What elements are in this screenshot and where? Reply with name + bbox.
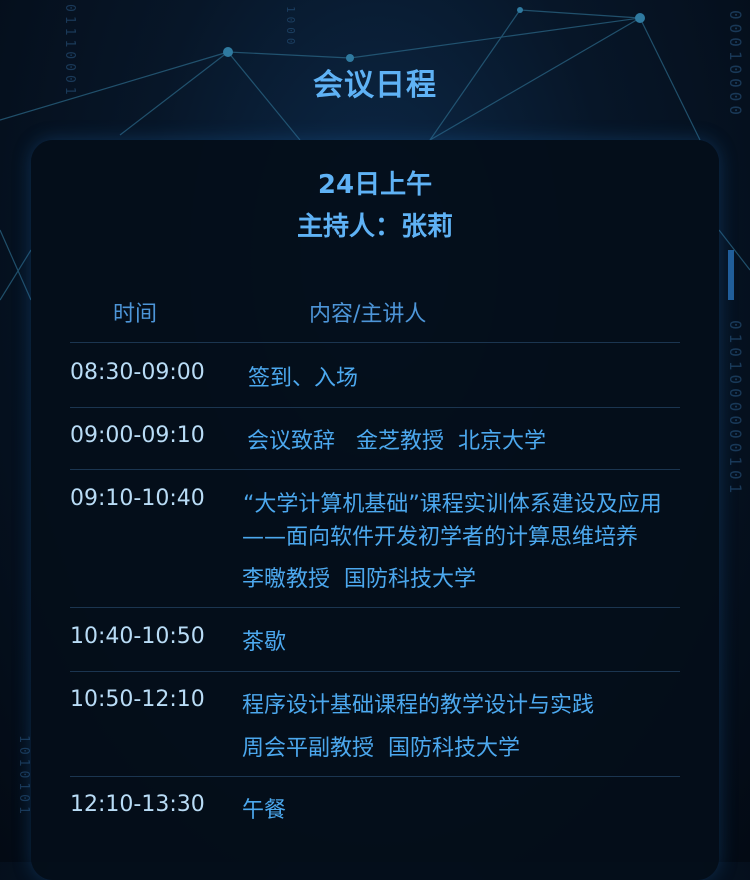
page-title: 会议日程 [313,68,437,103]
row-content: 会议致辞 金芝教授 北京大学 [247,429,546,454]
row-speaker: 周会平副教授 国防科技大学 [242,736,520,761]
row-content: 午餐 [242,798,287,823]
row-content: 签到、入场 [248,366,359,391]
divider [70,671,680,672]
binary-decoration-bottom-left: 1010101 [16,735,31,818]
row-time: 12:10-13:30 [70,792,205,817]
row-content-title: “大学计算机基础”课程实训体系建设及应用 [243,492,662,517]
session-host: 主持人：张莉 [296,212,453,242]
row-time: 09:00-09:10 [70,423,205,448]
row-content: 茶歇 [242,630,287,655]
divider [70,342,680,343]
header-time: 时间 [113,302,158,327]
schedule-card: 24日上午 主持人：张莉 时间 内容/主讲人 08:30-09:00 签到、入场… [31,140,719,880]
header-content: 内容/主讲人 [309,302,427,327]
row-time: 09:10-10:40 [70,486,205,511]
divider [70,407,680,408]
row-content-title: 程序设计基础课程的教学设计与实践 [242,693,595,718]
row-time: 08:30-09:00 [70,360,205,385]
binary-decoration-right-lower: 0101000000101 [726,320,745,498]
divider [70,469,680,470]
row-time: 10:50-12:10 [70,687,205,712]
divider [70,607,680,608]
divider [70,776,680,777]
row-time: 10:40-10:50 [70,624,205,649]
row-speaker: 李曒教授 国防科技大学 [242,567,476,592]
session-title: 24日上午 [317,170,433,200]
row-content-subtitle: ——面向软件开发初学者的计算思维培养 [242,525,639,550]
binary-decoration-top: 1000 [284,6,297,49]
